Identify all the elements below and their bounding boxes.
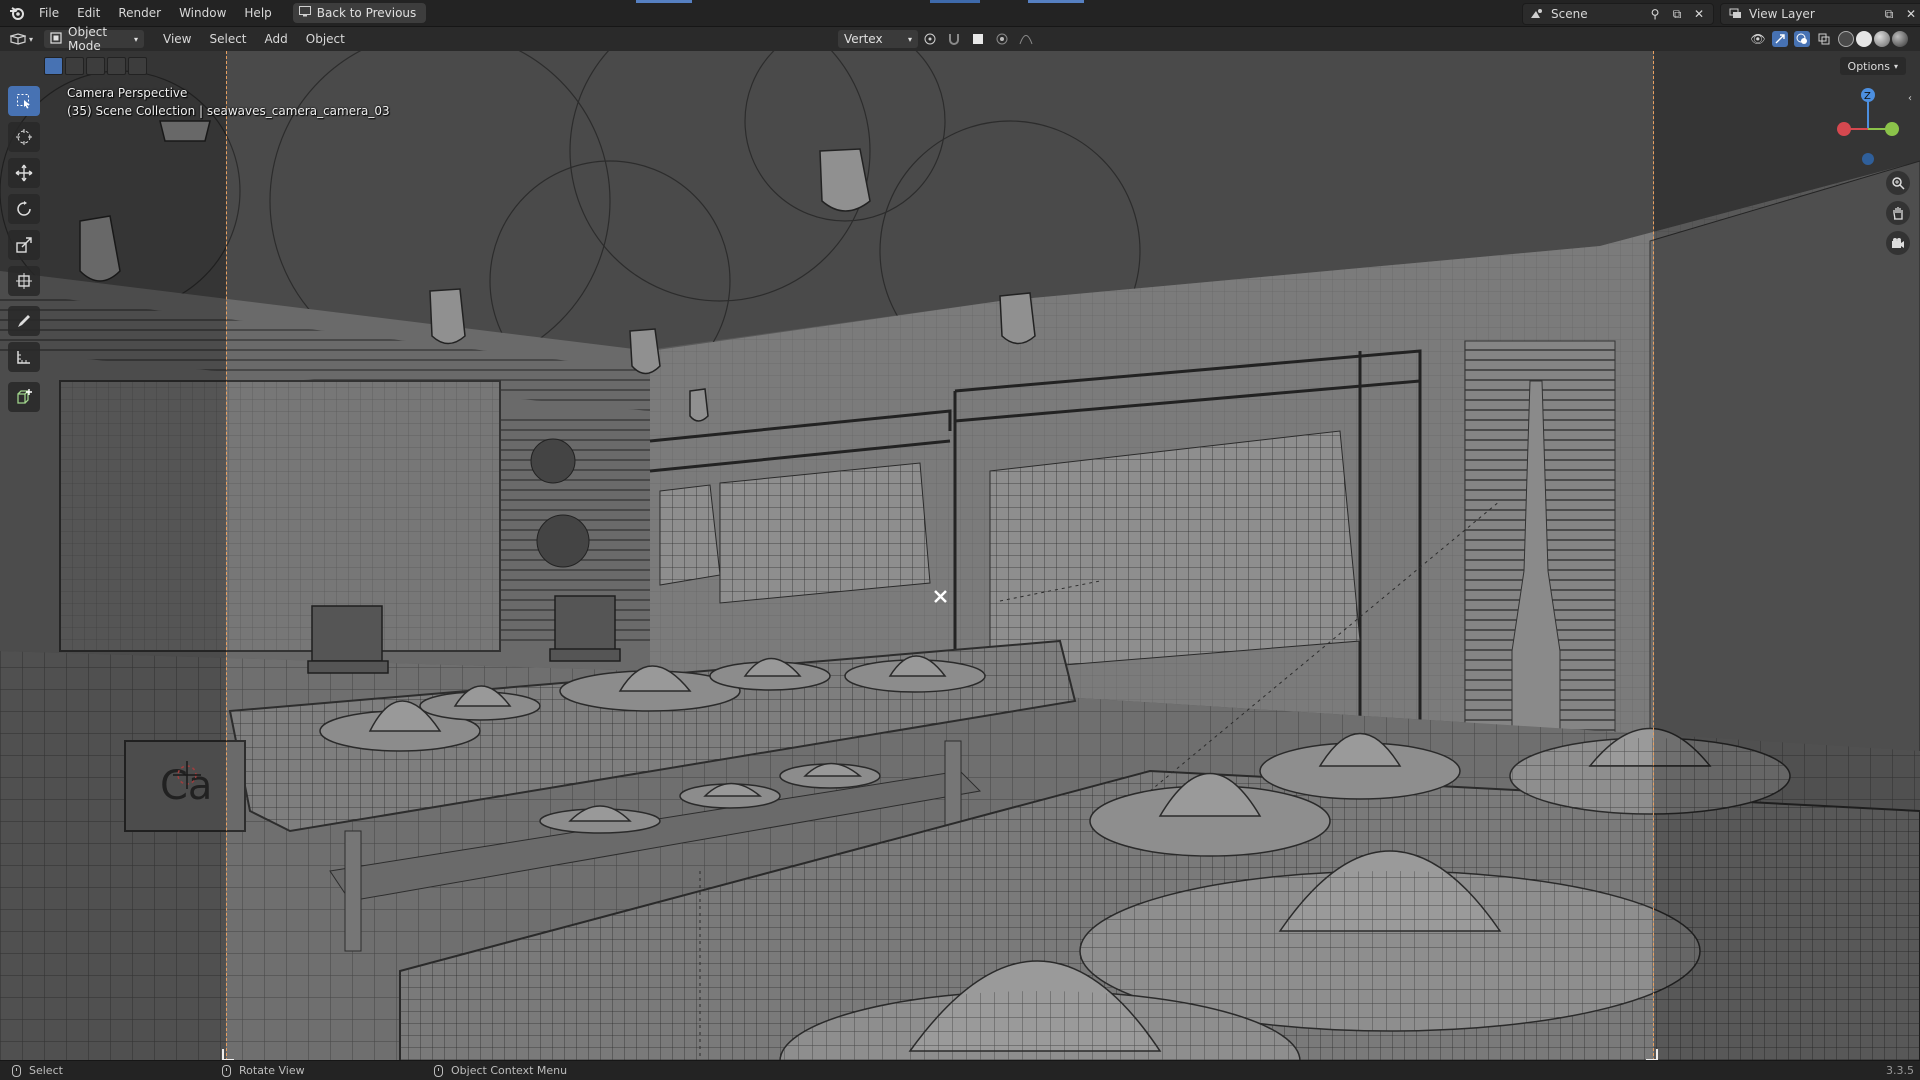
status-select-label: Select [29, 1064, 63, 1077]
close-icon[interactable]: ✕ [1903, 6, 1919, 22]
chevron-down-icon: ▾ [908, 34, 913, 44]
chevron-down-icon: ▾ [1893, 61, 1898, 71]
copy-view-layer-icon[interactable]: ⧉ [1881, 6, 1897, 22]
scene-render: Ca [0, 51, 1920, 1061]
proportional-edit-icon[interactable] [994, 31, 1010, 47]
select-intersect-icon[interactable] [128, 57, 147, 75]
rotate-tool-icon[interactable] [8, 194, 40, 224]
pin-icon[interactable]: ⚲ [1647, 6, 1663, 22]
visibility-eye-icon[interactable]: 👁 [1750, 31, 1766, 47]
menu-view[interactable]: View [154, 32, 200, 46]
select-invert-icon[interactable] [107, 57, 126, 75]
menu-render[interactable]: Render [109, 0, 170, 26]
chevron-down-icon: ▾ [133, 34, 138, 44]
view-layer-selector[interactable]: View Layer ⧉ ✕ [1720, 3, 1920, 25]
gizmo-z-label: Z [1864, 91, 1871, 102]
view-layer-icon [1727, 6, 1743, 22]
measure-tool-icon[interactable] [8, 342, 40, 372]
selection-mode-group [44, 57, 147, 75]
scene-icon [1529, 6, 1545, 22]
material-shading-icon[interactable] [1874, 31, 1890, 47]
menu-edit[interactable]: Edit [68, 0, 109, 26]
wireframe-shading-icon[interactable] [1838, 31, 1854, 47]
view-layer-name[interactable]: View Layer [1749, 7, 1815, 21]
scene-collection-label: (35) Scene Collection | seawaves_camera_… [67, 104, 390, 118]
options-label: Options [1847, 59, 1890, 73]
cursor-tool-icon[interactable] [8, 122, 40, 152]
workspace-tab-indicator [636, 0, 692, 3]
camera-view-icon[interactable] [1886, 231, 1910, 255]
solid-shading-icon[interactable] [1856, 31, 1872, 47]
mouse-middle-icon [222, 1064, 231, 1077]
pan-hand-icon[interactable] [1886, 201, 1910, 225]
object-mode-label: Object Mode [68, 25, 108, 53]
xray-toggle-icon[interactable] [1816, 31, 1832, 47]
3d-viewport[interactable]: Ca Camera Perspective (35) Scene Collect… [0, 51, 1920, 1061]
back-to-previous-label: Back to Previous [316, 6, 417, 20]
transform-tool-icon[interactable] [8, 266, 40, 296]
copy-scene-icon[interactable]: ⧉ [1669, 6, 1685, 22]
workspace-tab-indicator-active [930, 0, 980, 3]
menu-object[interactable]: Object [297, 32, 354, 46]
tool-shelf [8, 86, 46, 418]
snap-target-label: Vertex [844, 32, 883, 46]
menu-select[interactable]: Select [200, 32, 255, 46]
snap-magnet-icon[interactable] [946, 31, 962, 47]
menu-help[interactable]: Help [235, 0, 280, 26]
scene-selector[interactable]: Scene ⚲ ⧉ ✕ [1522, 3, 1714, 25]
status-select: Select [12, 1064, 63, 1077]
screen-icon [298, 6, 311, 20]
object-mode-icon [50, 31, 62, 47]
overlay-toggle-icon[interactable] [1794, 31, 1810, 47]
snap-element-icon[interactable] [970, 31, 986, 47]
back-to-previous-button[interactable]: Back to Previous [292, 3, 427, 23]
move-tool-icon[interactable] [8, 158, 40, 188]
object-mode-dropdown[interactable]: Object Mode ▾ [44, 25, 144, 53]
select-subtract-icon[interactable] [86, 57, 105, 75]
zoom-icon[interactable] [1886, 171, 1910, 195]
select-box-tool-icon[interactable] [8, 86, 40, 116]
sidebar-toggle-icon[interactable]: ‹ [1908, 93, 1918, 107]
scale-tool-icon[interactable] [8, 230, 40, 260]
menu-window[interactable]: Window [170, 0, 235, 26]
sign-text: Ca [160, 763, 212, 809]
add-cube-tool-icon[interactable] [8, 382, 40, 412]
navigation-gizmo[interactable]: Z [1828, 81, 1908, 171]
select-new-icon[interactable] [44, 57, 63, 75]
options-button[interactable]: Options ▾ [1839, 57, 1906, 75]
menu-add[interactable]: Add [256, 32, 297, 46]
close-icon[interactable]: ✕ [1691, 6, 1707, 22]
falloff-curve-icon[interactable] [1018, 31, 1034, 47]
menu-file[interactable]: File [30, 0, 68, 26]
status-rotate-label: Rotate View [239, 1064, 305, 1077]
chevron-down-icon[interactable]: ▾ [26, 31, 36, 47]
version-label: 3.3.5 [1886, 1064, 1914, 1077]
mouse-right-icon [434, 1064, 443, 1077]
editor-type-icon[interactable] [10, 31, 26, 47]
select-extend-icon[interactable] [65, 57, 84, 75]
pivot-point-icon[interactable] [922, 31, 938, 47]
viewport-shading-group [1838, 31, 1908, 47]
snap-target-dropdown[interactable]: Vertex ▾ [838, 30, 919, 48]
blender-logo-icon[interactable] [4, 0, 30, 26]
status-bar: Select Rotate View Object Context Menu 3… [0, 1060, 1920, 1080]
rendered-shading-icon[interactable] [1892, 31, 1908, 47]
mouse-left-icon [12, 1064, 21, 1077]
gizmo-toggle-icon[interactable] [1772, 31, 1788, 47]
viewport-header: ▾ Object Mode ▾ View Select Add Object V… [0, 25, 1920, 53]
workspace-tab-indicator [1028, 0, 1084, 3]
camera-perspective-label: Camera Perspective [67, 86, 188, 100]
status-context-menu: Object Context Menu [434, 1064, 567, 1077]
status-context-label: Object Context Menu [451, 1064, 568, 1077]
annotate-tool-icon[interactable] [8, 306, 40, 336]
status-rotate: Rotate View [222, 1064, 305, 1077]
scene-name[interactable]: Scene [1551, 7, 1588, 21]
